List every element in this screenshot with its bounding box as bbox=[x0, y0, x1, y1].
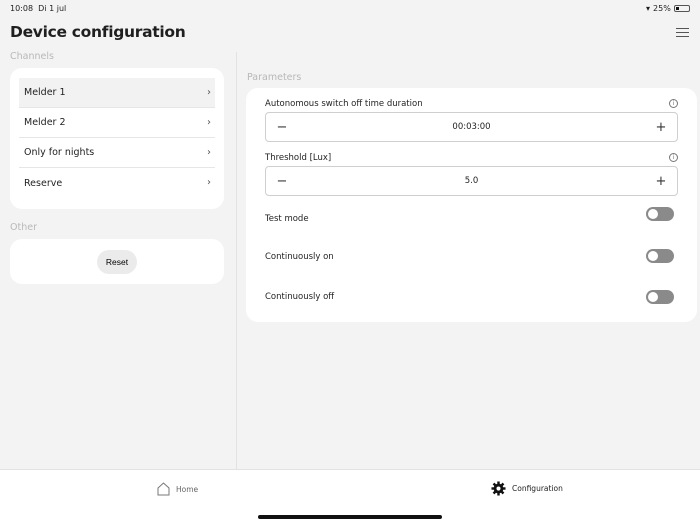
continuously-off-toggle[interactable] bbox=[646, 290, 674, 304]
other-section-label: Other bbox=[10, 222, 37, 233]
test-mode-toggle[interactable] bbox=[646, 207, 674, 221]
threshold-stepper: − 5.0 + bbox=[265, 166, 678, 196]
info-icon[interactable]: i bbox=[669, 153, 678, 162]
channel-item-melder-2[interactable]: Melder 2 › bbox=[19, 108, 215, 138]
channels-section-label: Channels bbox=[10, 51, 54, 62]
increment-button[interactable]: + bbox=[654, 120, 668, 135]
channels-card: Melder 1 › Melder 2 › Only for nights › Res… bbox=[10, 68, 224, 209]
battery-percent: 25% bbox=[653, 4, 671, 13]
channel-item-reserve[interactable]: Reserve › bbox=[19, 168, 215, 198]
wifi-icon: ▾ bbox=[646, 4, 651, 13]
channel-item-melder-1[interactable]: Melder 1 › bbox=[19, 78, 215, 108]
nav-configuration-label: Configuration bbox=[512, 484, 563, 493]
continuously-off-label: Continuously off bbox=[265, 292, 335, 302]
hamburger-menu-icon[interactable] bbox=[676, 28, 689, 38]
battery-icon bbox=[673, 5, 690, 12]
chevron-right-icon: › bbox=[207, 147, 211, 158]
autonomous-stepper: − 00:03:00 + bbox=[265, 112, 678, 142]
chevron-right-icon: › bbox=[207, 87, 211, 98]
continuously-on-label: Continuously on bbox=[265, 252, 334, 262]
status-time: 10:08 Di 1 jul bbox=[10, 4, 67, 13]
reset-button[interactable]: Reset bbox=[97, 250, 137, 274]
nav-configuration[interactable]: Configuration bbox=[491, 481, 563, 496]
other-card: Reset bbox=[10, 239, 224, 284]
threshold-label: Threshold [Lux] bbox=[265, 153, 332, 163]
chevron-right-icon: › bbox=[207, 177, 211, 188]
parameters-card: Autonomous switch off time duration i − … bbox=[246, 88, 697, 322]
decrement-button[interactable]: − bbox=[275, 120, 289, 135]
parameters-section-label: Parameters bbox=[247, 72, 302, 83]
continuously-on-toggle[interactable] bbox=[646, 249, 674, 263]
nav-home[interactable]: Home bbox=[157, 482, 198, 496]
decrement-button[interactable]: − bbox=[275, 174, 289, 189]
nav-home-label: Home bbox=[176, 484, 199, 494]
channel-label: Melder 1 bbox=[24, 87, 66, 98]
channel-label: Reserve bbox=[24, 177, 63, 189]
channel-label: Only for nights bbox=[24, 147, 95, 158]
autonomous-value[interactable]: 00:03:00 bbox=[452, 122, 490, 132]
info-icon[interactable]: i bbox=[669, 99, 678, 108]
threshold-value[interactable]: 5.0 bbox=[465, 176, 479, 186]
chevron-right-icon: › bbox=[207, 117, 211, 128]
test-mode-label: Test mode bbox=[265, 214, 309, 224]
autonomous-label: Autonomous switch off time duration bbox=[265, 99, 423, 109]
home-icon bbox=[157, 482, 170, 496]
panel-divider bbox=[236, 52, 237, 469]
page-title: Device configuration bbox=[10, 23, 186, 41]
channel-item-only-for-nights[interactable]: Only for nights › bbox=[19, 138, 215, 168]
home-indicator[interactable] bbox=[258, 515, 442, 519]
status-indicators: ▾ 25% bbox=[646, 4, 690, 13]
increment-button[interactable]: + bbox=[654, 174, 668, 189]
gear-icon bbox=[491, 481, 506, 496]
channel-label: Melder 2 bbox=[24, 117, 66, 128]
